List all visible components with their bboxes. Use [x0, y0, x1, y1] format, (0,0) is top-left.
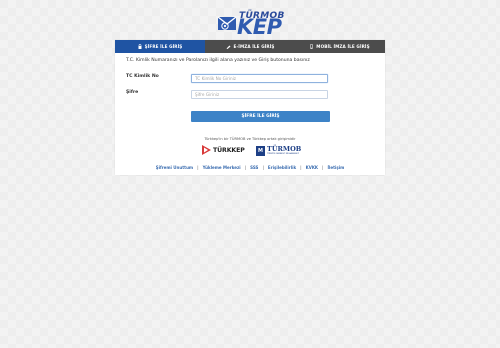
tab-password-login[interactable]: ŞİFRE İLE GİRİŞ [115, 40, 205, 53]
turkkep-mark-icon [202, 145, 211, 155]
login-instruction: T.C. Kimlik Numaranızı ve Parolanızı ilg… [126, 58, 310, 63]
tab-password-label: ŞİFRE İLE GİRİŞ [144, 44, 183, 49]
turkkep-logo-text: TÜRKKEP [213, 146, 245, 154]
turmob-badge-icon: M [256, 145, 265, 156]
partners-note: Türkkep'in bir TÜRMOB ve Türkkep ortak g… [204, 137, 296, 141]
tab-mobile-signature-login[interactable]: MOBİL İMZA İLE GİRİŞ [295, 40, 385, 53]
password-input[interactable] [191, 90, 328, 99]
forgot-password-link[interactable]: Şifremi Unuttum [156, 165, 193, 170]
link-separator: | [262, 165, 264, 170]
tc-kimlik-label: TC Kimlik No [126, 74, 159, 79]
turmob-kep-logo[interactable]: TÜRMOB KEP [217, 10, 287, 39]
link-separator: | [197, 165, 199, 170]
contact-link[interactable]: İletişim [328, 165, 345, 170]
tab-esignature-label: E-İMZA İLE GİRİŞ [233, 44, 275, 49]
turmob-logo-text: TÜRMOB [267, 144, 302, 153]
link-separator: | [322, 165, 324, 170]
faq-link[interactable]: SSS [250, 165, 258, 170]
turmob-logo[interactable]: M TÜRMOB TÜRKİYE SERBEST MUHASEBECİ [256, 144, 301, 157]
mobile-icon [310, 44, 314, 49]
tab-mobile-signature-label: MOBİL İMZA İLE GİRİŞ [316, 44, 370, 49]
tc-kimlik-input[interactable] [191, 74, 328, 83]
tab-esignature-login[interactable]: E-İMZA İLE GİRİŞ [205, 40, 295, 53]
envelope-at-icon [217, 16, 237, 30]
lock-icon [138, 44, 142, 49]
login-tabs: ŞİFRE İLE GİRİŞ E-İMZA İLE GİRİŞ MOBİL İ… [115, 40, 385, 53]
link-separator: | [300, 165, 302, 170]
login-panel: ŞİFRE İLE GİRİŞ E-İMZA İLE GİRİŞ MOBİL İ… [115, 40, 385, 175]
accessibility-link[interactable]: Erişilebilirlik [268, 165, 296, 170]
password-login-button[interactable]: ŞİFRE İLE GİRİŞ [191, 111, 330, 122]
password-label: Şifre [126, 90, 139, 95]
link-separator: | [244, 165, 247, 170]
footer-links: Şifremi Unuttum | Yükleme Merkezi | SSS … [115, 165, 385, 170]
turkkep-logo[interactable]: TÜRKKEP [202, 144, 245, 156]
kvkk-link[interactable]: KVKK [306, 165, 318, 170]
turmob-logo-subtext: TÜRKİYE SERBEST MUHASEBECİ [267, 152, 299, 155]
logo-main-text: KEP [237, 15, 282, 39]
pen-icon [226, 45, 231, 49]
download-center-link[interactable]: Yükleme Merkezi [203, 165, 241, 170]
